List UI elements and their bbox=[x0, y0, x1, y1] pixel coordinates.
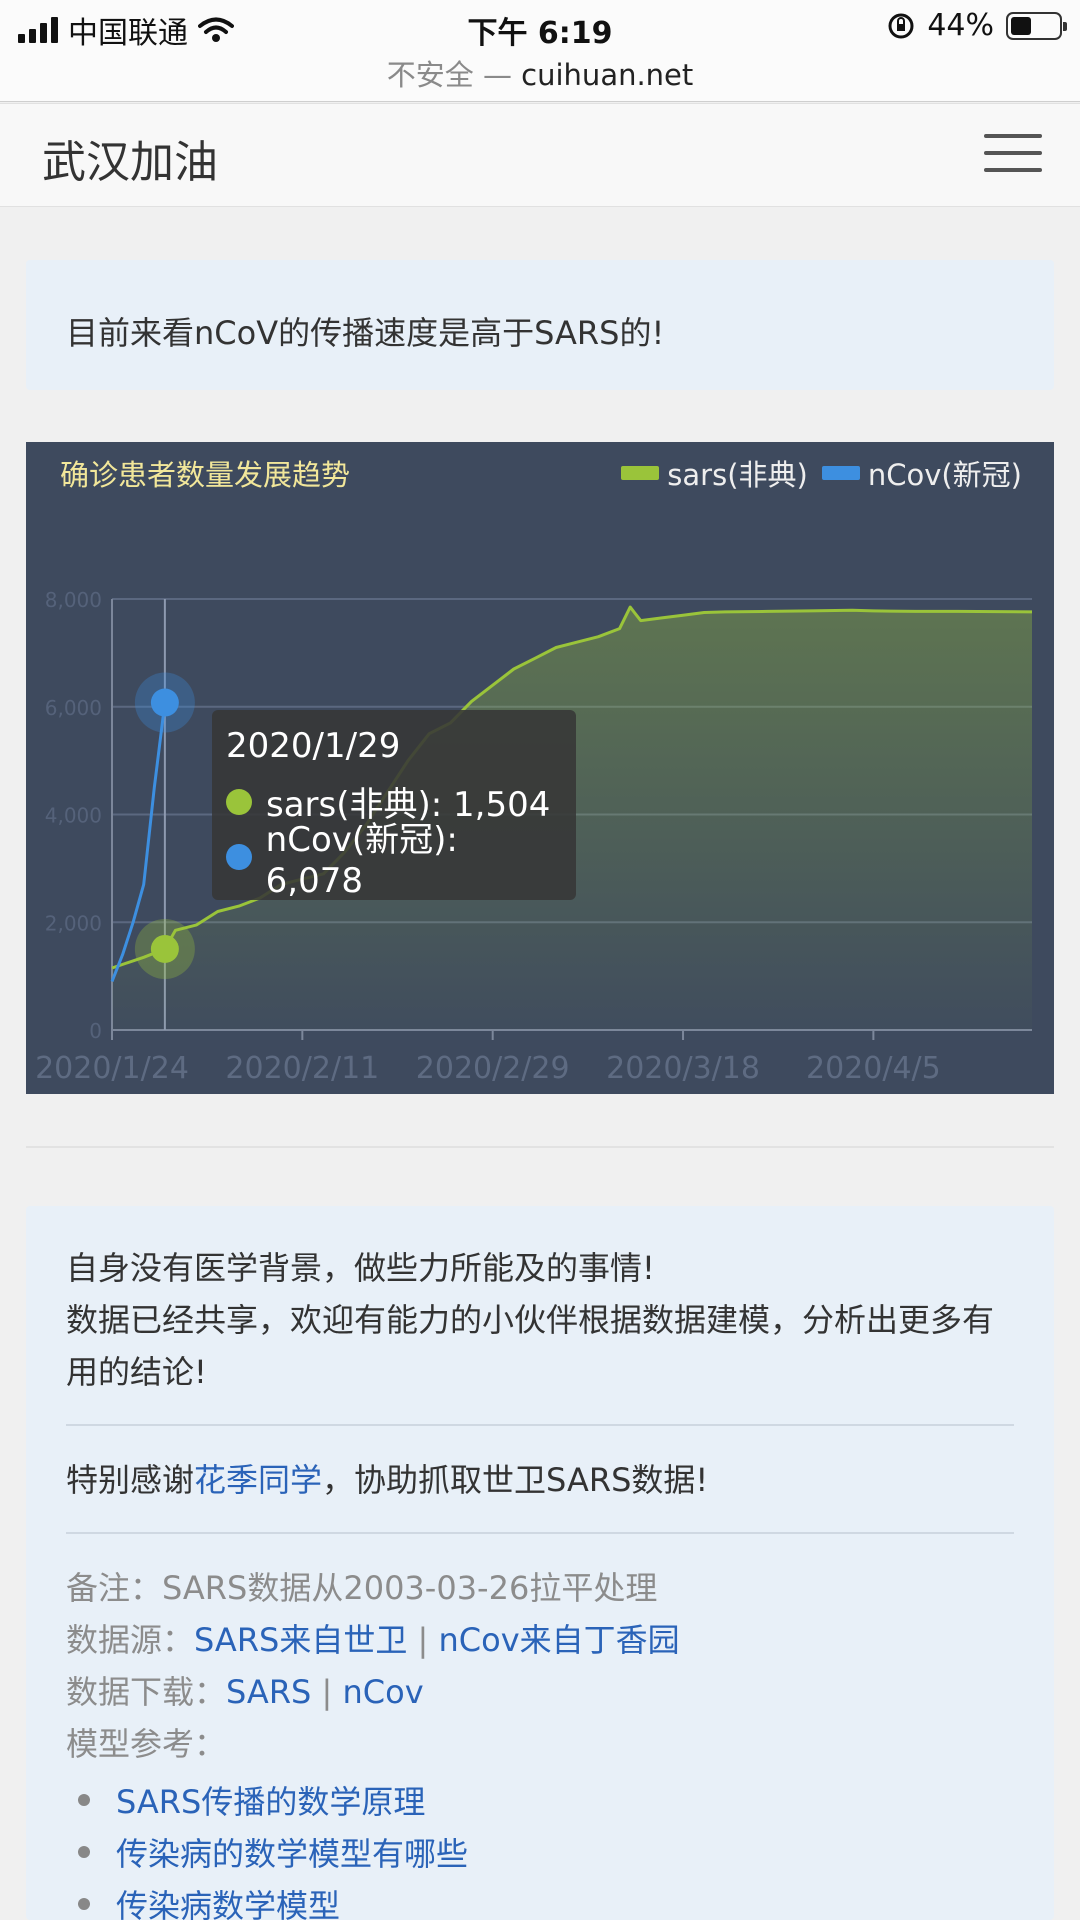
battery-percent: 44% bbox=[927, 8, 994, 43]
download-ncov-link[interactable]: nCov bbox=[342, 1673, 423, 1711]
thanks-suffix: ，协助抓取世卫SARS数据! bbox=[322, 1461, 709, 1499]
tooltip-row-ncov: nCov(新冠): 6,078 bbox=[226, 820, 562, 901]
section-divider bbox=[26, 1146, 1054, 1148]
site-brand[interactable]: 武汉加油 bbox=[42, 126, 218, 190]
model-link[interactable]: 传染病的数学模型有哪些 bbox=[116, 1829, 468, 1875]
status-right: 44% bbox=[887, 8, 1067, 43]
model-list: SARS传播的数学原理 传染病的数学模型有哪些 传染病数学模型 bbox=[66, 1774, 1014, 1920]
source-line: 数据源：SARS来自世卫 | nCov来自丁香园 bbox=[66, 1614, 1014, 1666]
bullet-icon bbox=[78, 1794, 90, 1806]
thanks-link[interactable]: 花季同学 bbox=[194, 1461, 322, 1499]
tooltip-dot-ncov bbox=[226, 843, 252, 870]
source-sars-link[interactable]: SARS来自世卫 bbox=[194, 1621, 407, 1659]
address-bar[interactable]: 不安全 — cuihuan.net bbox=[0, 52, 1080, 102]
chart-title: 确诊患者数量发展趋势 bbox=[60, 458, 351, 492]
note-line: 备注：SARS数据从2003-03-26拉平处理 bbox=[66, 1569, 658, 1607]
legend-swatch-sars[interactable] bbox=[621, 466, 660, 480]
chart-tooltip: 2020/1/29 sars(非典): 1,504 nCov(新冠): 6,07… bbox=[212, 710, 576, 901]
insecure-label: 不安全 bbox=[386, 58, 474, 92]
thanks-line: 特别感谢花季同学，协助抓取世卫SARS数据! bbox=[66, 1454, 1014, 1506]
tooltip-dot-sars bbox=[226, 788, 252, 815]
y-tick-label: 8,000 bbox=[45, 588, 102, 612]
info-divider bbox=[66, 1424, 1014, 1426]
list-item: SARS传播的数学原理 bbox=[66, 1774, 1014, 1826]
source-separator: | bbox=[417, 1621, 429, 1659]
tooltip-date: 2020/1/29 bbox=[226, 726, 401, 766]
legend-label-ncov[interactable]: nCov(新冠) bbox=[868, 452, 1022, 494]
info-divider bbox=[66, 1532, 1014, 1534]
bullet-icon bbox=[78, 1846, 90, 1858]
model-link[interactable]: SARS传播的数学原理 bbox=[116, 1777, 425, 1823]
legend-swatch-ncov[interactable] bbox=[821, 466, 860, 480]
y-tick-label: 2,000 bbox=[45, 911, 102, 935]
battery-icon bbox=[1006, 11, 1067, 40]
navbar: 武汉加油 bbox=[0, 103, 1080, 207]
source-label: 数据源： bbox=[66, 1621, 195, 1659]
highlight-point-1 bbox=[150, 688, 179, 717]
y-tick-label: 4,000 bbox=[45, 804, 102, 828]
x-tick-label: 2020/3/18 bbox=[606, 1051, 760, 1086]
x-tick-label: 2020/2/11 bbox=[225, 1051, 379, 1086]
alert-text: 目前来看nCoV的传播速度是高于SARS的! bbox=[66, 314, 665, 352]
info-line-1: 自身没有医学背景，做些力所能及的事情! bbox=[66, 1249, 655, 1287]
info-line-2: 数据已经共享，欢迎有能力的小伙伴根据数据建模，分析出更多有用的结论! bbox=[66, 1301, 995, 1391]
y-tick-label: 0 bbox=[89, 1019, 102, 1043]
url-separator: — bbox=[482, 58, 512, 92]
x-tick-label: 2020/1/24 bbox=[35, 1051, 189, 1086]
model-link[interactable]: 传染病数学模型 bbox=[116, 1881, 340, 1920]
url-domain: cuihuan.net bbox=[521, 58, 694, 92]
source-ncov-link[interactable]: nCov来自丁香园 bbox=[439, 1621, 680, 1659]
model-label: 模型参考： bbox=[66, 1725, 227, 1763]
list-item: 传染病数学模型 bbox=[66, 1878, 1014, 1920]
x-tick-label: 2020/4/5 bbox=[806, 1051, 941, 1086]
bullet-icon bbox=[78, 1898, 90, 1910]
legend-label-sars[interactable]: sars(非典) bbox=[667, 452, 808, 494]
highlight-point-0 bbox=[150, 934, 179, 963]
info-panel: 自身没有医学背景，做些力所能及的事情! 数据已经共享，欢迎有能力的小伙伴根据数据… bbox=[26, 1206, 1054, 1920]
hamburger-icon[interactable] bbox=[984, 134, 1042, 176]
download-line: 数据下载：SARS | nCov bbox=[66, 1666, 1014, 1718]
x-tick-label: 2020/2/29 bbox=[416, 1051, 570, 1086]
download-label: 数据下载： bbox=[66, 1673, 227, 1711]
chart-legend: sars(非典) nCov(新冠) bbox=[607, 452, 1022, 494]
orientation-lock-icon bbox=[888, 13, 914, 38]
trend-chart[interactable]: 0 2,000 4,000 6,000 8,000 2020/1/24 2020/2/11 2… bbox=[26, 442, 1054, 1094]
list-item: 传染病的数学模型有哪些 bbox=[66, 1826, 1014, 1878]
y-tick-label: 6,000 bbox=[45, 696, 102, 720]
download-sars-link[interactable]: SARS bbox=[226, 1673, 311, 1711]
thanks-prefix: 特别感谢 bbox=[66, 1461, 195, 1499]
tooltip-value-ncov: nCov(新冠): 6,078 bbox=[265, 820, 458, 901]
info-alert: 目前来看nCoV的传播速度是高于SARS的! bbox=[26, 260, 1054, 390]
download-separator: | bbox=[321, 1673, 333, 1711]
status-bar: 中国联通 下午 6:19 44% bbox=[0, 0, 1080, 52]
